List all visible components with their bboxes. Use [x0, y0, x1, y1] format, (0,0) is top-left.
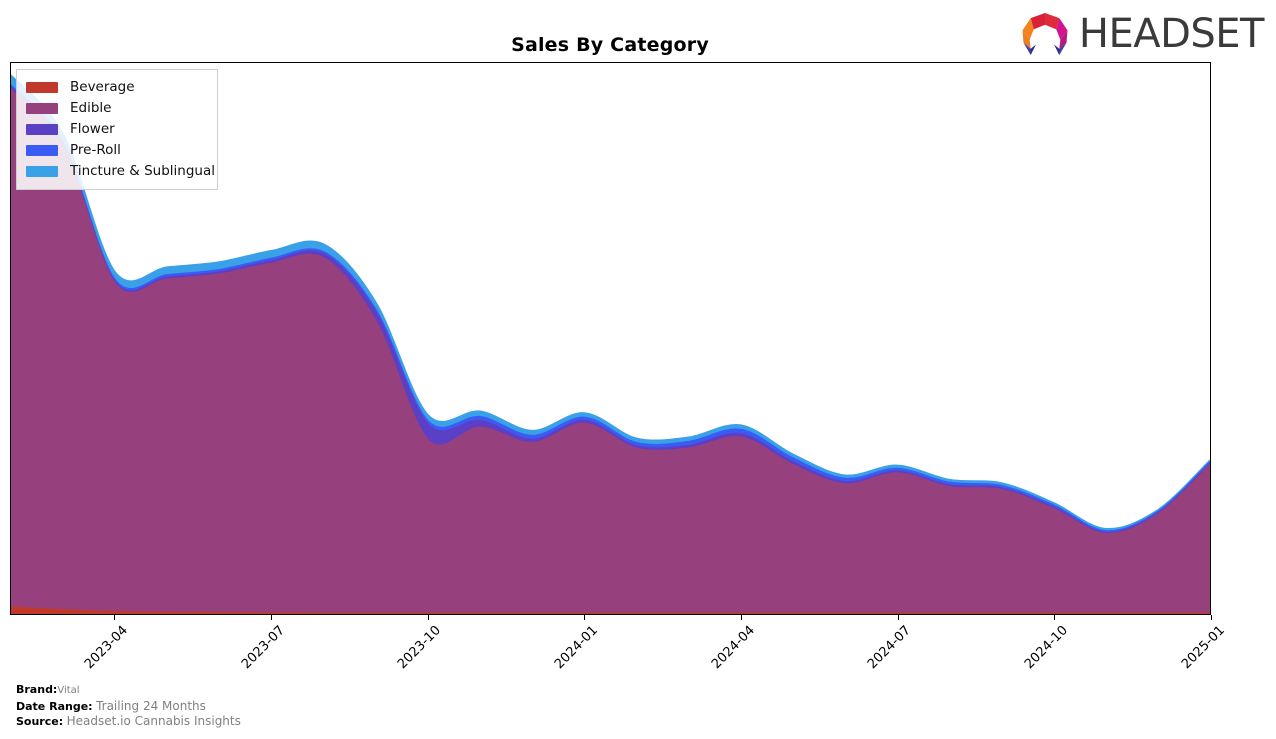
legend-item[interactable]: Flower: [26, 119, 207, 140]
tick-mark: [427, 615, 429, 620]
x-axis-tick-label: 2024-07: [865, 623, 915, 673]
x-axis-tick-label: 2024-01: [551, 623, 601, 673]
headset-logo: HEADSET: [1019, 10, 1265, 58]
footer-brand: Brand:Vital: [16, 682, 241, 699]
legend-item-label: Flower: [70, 120, 115, 137]
chart-legend: Beverage Edible Flower Pre-Roll Tincture & S…: [16, 69, 218, 190]
tick-mark: [741, 615, 743, 620]
chart-page: Sales By Category HEADSET Beverage Edible…: [0, 0, 1276, 739]
legend-item-label: Pre-Roll: [70, 141, 121, 158]
x-axis-tick-label: 2025-01: [1178, 623, 1228, 673]
footer-date-range-value: Trailing 24 Months: [96, 698, 206, 713]
legend-item[interactable]: Beverage: [26, 77, 207, 98]
footer-source-value: Headset.io Cannabis Insights: [66, 714, 241, 728]
footer-brand-key: Brand:: [16, 683, 58, 696]
x-axis-ticks: 2023-04 2023-07 2023-10 2024-01 2024-04 2024-…: [10, 615, 1228, 675]
headset-hexagon-logo-icon: [1022, 13, 1068, 55]
footer-brand-value: Vital: [57, 685, 80, 696]
legend-item[interactable]: Tincture & Sublingual: [26, 161, 215, 182]
x-axis-tick-label: 2023-07: [238, 623, 288, 673]
tick-mark: [1054, 615, 1056, 620]
headset-logo-text: HEADSET: [1078, 11, 1265, 57]
footer-date-range-key: Date Range:: [16, 699, 93, 713]
footer-source-key: Source:: [16, 715, 64, 728]
legend-swatch-icon: [26, 82, 58, 93]
x-axis-tick-label: 2023-04: [82, 623, 132, 673]
x-axis-tick-label: 2023-10: [395, 623, 445, 673]
legend-swatch-icon: [26, 145, 58, 156]
footer-date-range: Date Range: Trailing 24 Months: [16, 699, 241, 715]
legend-item-label: Tincture & Sublingual: [70, 162, 215, 179]
chart-footer: Brand:Vital Date Range: Trailing 24 Mont…: [16, 682, 241, 730]
legend-swatch-icon: [26, 124, 58, 135]
x-axis-tick-label: 2024-10: [1021, 623, 1071, 673]
tick-mark: [584, 615, 586, 620]
legend-item-label: Edible: [70, 99, 112, 116]
legend-item[interactable]: Edible: [26, 98, 207, 119]
x-axis-tick-label: 2024-04: [708, 623, 758, 673]
legend-item[interactable]: Pre-Roll: [26, 140, 207, 161]
footer-source: Source: Headset.io Cannabis Insights: [16, 714, 241, 730]
legend-swatch-icon: [26, 103, 58, 114]
legend-item-label: Beverage: [70, 78, 135, 95]
tick-mark: [271, 615, 273, 620]
tick-mark: [114, 615, 116, 620]
tick-mark: [897, 615, 899, 620]
tick-mark: [1211, 615, 1212, 620]
legend-swatch-icon: [26, 166, 58, 177]
